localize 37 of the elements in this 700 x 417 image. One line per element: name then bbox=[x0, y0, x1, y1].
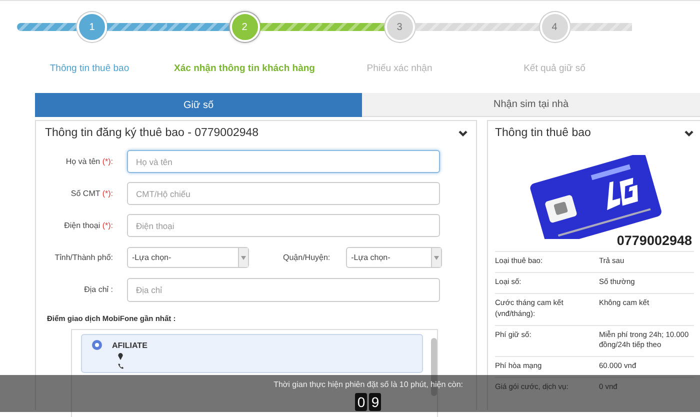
step-label: Thông tin thuê bao bbox=[50, 63, 130, 74]
timer-message: Thời gian thực hiện phiên đặt số là 10 phút, hiện còn: bbox=[274, 380, 463, 389]
step-number: 3 bbox=[384, 12, 414, 42]
address-field[interactable]: Địa chỉ bbox=[127, 278, 440, 302]
field-label: Số CMT (*): bbox=[70, 189, 113, 198]
step-number: 1 bbox=[77, 12, 107, 42]
phone-icon bbox=[118, 363, 124, 369]
store-item[interactable]: AFILIATE bbox=[81, 334, 423, 373]
step-label: Kết quả giữ số bbox=[524, 63, 586, 74]
dropdown[interactable]: -Lựa chọn- bbox=[127, 247, 249, 268]
phone-number: 0779002948 bbox=[616, 233, 693, 248]
chevron-down-icon[interactable] bbox=[684, 128, 694, 138]
radio-button[interactable] bbox=[92, 340, 102, 350]
field-label: Điện thoại (*): bbox=[63, 221, 113, 230]
step-label: Phiếu xác nhận bbox=[366, 63, 432, 74]
section-title: Thông tin thuê bao bbox=[495, 127, 591, 139]
location-pin-icon bbox=[118, 353, 123, 360]
section-title: Thông tin đăng ký thuê bao - 0779002948 bbox=[45, 127, 259, 139]
dropdown[interactable]: -Lựa chọn- bbox=[346, 247, 442, 268]
countdown-digit: 0 bbox=[355, 393, 368, 411]
tab[interactable]: Nhận sim tại nhà bbox=[362, 93, 700, 117]
step-label: Xác nhận thông tin khách hàng bbox=[174, 63, 315, 74]
input-field[interactable]: CMT/Hộ chiếu bbox=[127, 182, 440, 205]
field-label: Tỉnh/Thành phố: bbox=[54, 253, 113, 262]
field-label: Họ và tên (*): bbox=[64, 157, 113, 166]
input-field[interactable]: Họ và tên bbox=[127, 150, 440, 173]
caret-icon bbox=[434, 256, 440, 260]
tab[interactable]: Giữ số bbox=[35, 93, 362, 117]
input-field[interactable]: Điện thoại bbox=[127, 214, 440, 237]
store-name: AFILIATE bbox=[112, 340, 148, 350]
countdown-digit: 9 bbox=[369, 393, 382, 411]
field-label: Địa chỉ : bbox=[83, 285, 113, 294]
chevron-down-icon[interactable] bbox=[458, 128, 468, 138]
caret-icon bbox=[241, 256, 246, 260]
step-number: 2 bbox=[230, 12, 260, 42]
field-label: Quận/Huyện: bbox=[283, 253, 330, 262]
step-number: 4 bbox=[540, 12, 570, 42]
